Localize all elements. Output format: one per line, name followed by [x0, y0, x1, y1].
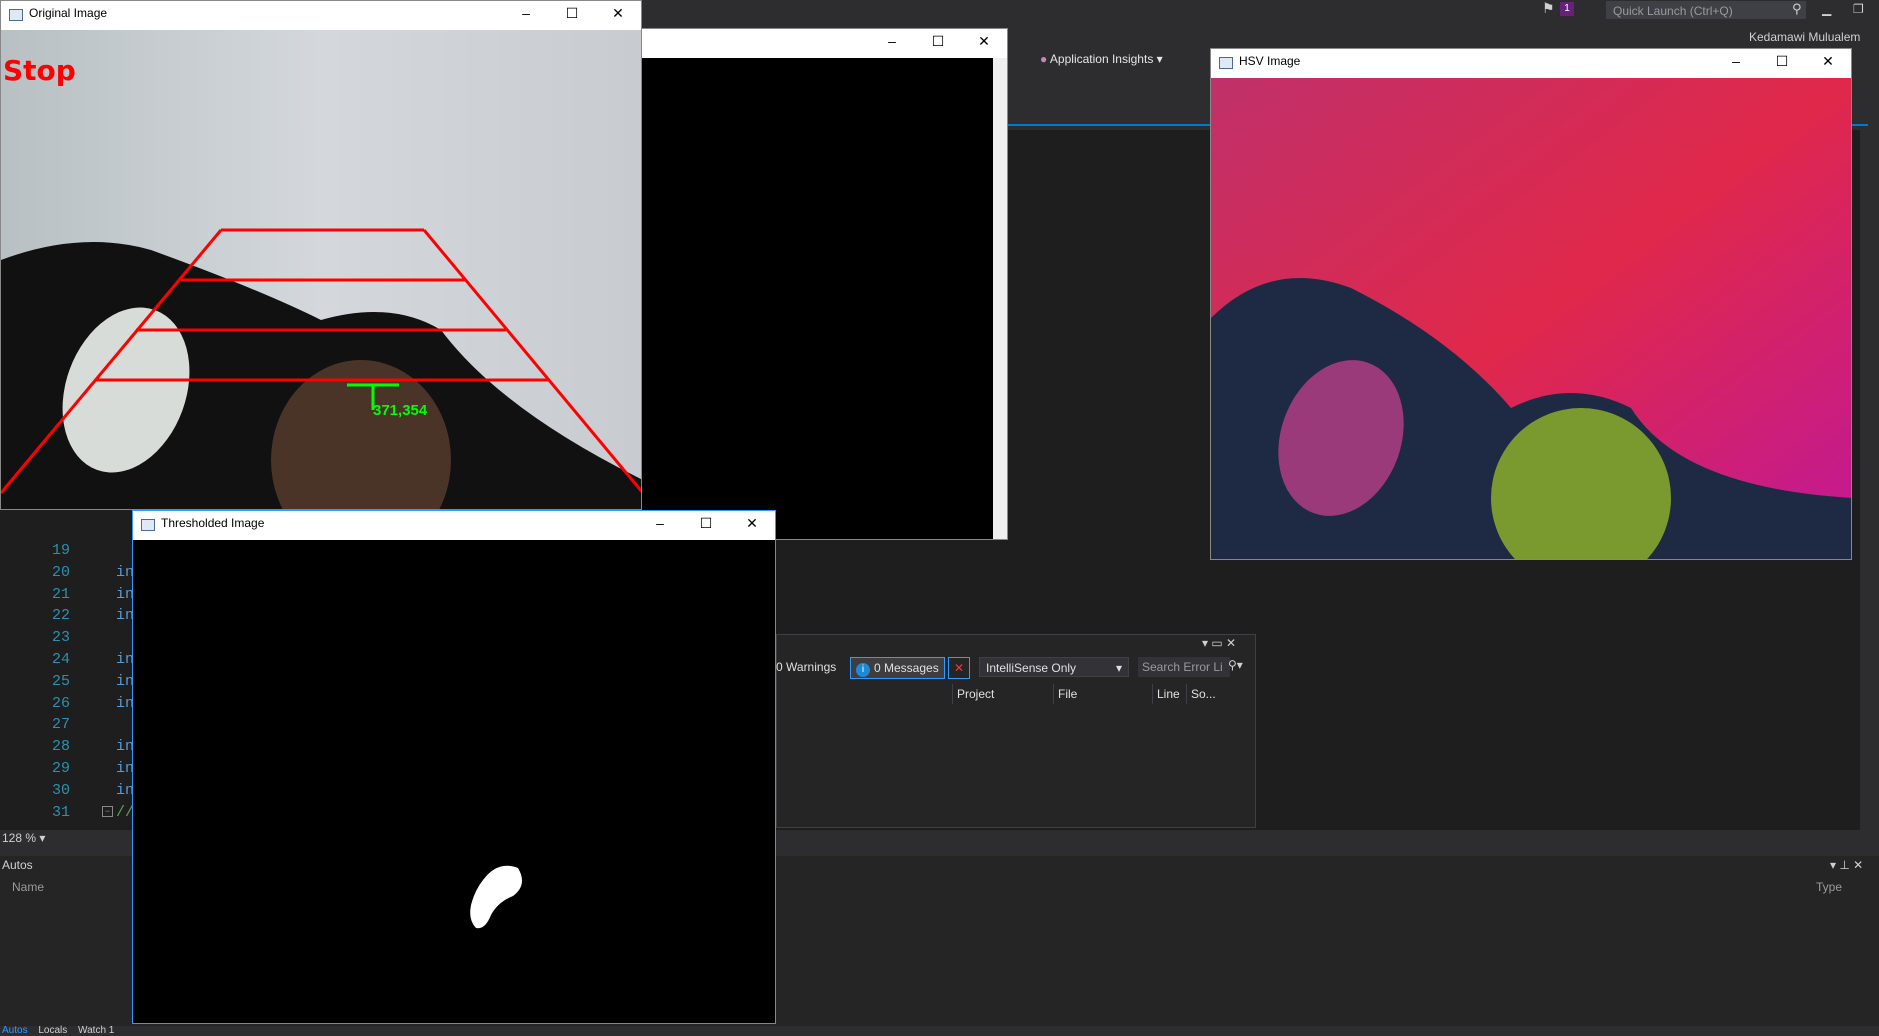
line-number: 28 — [51, 738, 70, 756]
stop-label: Stop — [3, 54, 76, 87]
column-file[interactable]: File — [1053, 684, 1154, 704]
search-icon[interactable]: ⚲ — [1792, 1, 1802, 17]
line-number: 31 — [51, 803, 70, 821]
column-source[interactable]: So... — [1186, 684, 1231, 704]
maximize-icon[interactable]: ☐ — [1759, 49, 1805, 73]
title-bar[interactable]: Original Image – ☐ ✕ — [1, 1, 641, 30]
line-number: 22 — [51, 607, 70, 625]
minimize-icon[interactable]: – — [503, 1, 549, 25]
title-bar[interactable]: HSV Image – ☐ ✕ — [1211, 49, 1851, 78]
maximize-icon[interactable]: ☐ — [549, 1, 595, 25]
scrollbar[interactable] — [993, 58, 1007, 539]
camera-image: 371,354 Stop — [1, 30, 641, 509]
application-insights-button[interactable]: ● Application Insights ▾ — [1040, 52, 1163, 66]
app-insights-label: Application Insights — [1049, 52, 1154, 66]
line-number: 25 — [51, 672, 70, 690]
minimize-icon[interactable]: ▁ — [1822, 2, 1831, 16]
info-icon: i — [856, 663, 870, 677]
minimize-icon[interactable]: – — [869, 29, 915, 53]
tab-watch1[interactable]: Watch 1 — [78, 1025, 114, 1036]
line-number: 20 — [51, 563, 70, 581]
minimize-icon[interactable]: – — [1713, 49, 1759, 73]
scope-value: IntelliSense Only — [986, 661, 1077, 675]
bottom-tab-strip: Autos Locals Watch 1 — [0, 1026, 1879, 1036]
original-image-window[interactable]: Original Image – ☐ ✕ 371,354 Stop — [0, 0, 642, 510]
hsv-image-window[interactable]: HSV Image – ☐ ✕ — [1210, 48, 1852, 560]
maximize-icon[interactable]: ☐ — [683, 511, 729, 535]
chevron-down-icon: ▾ — [1115, 661, 1122, 675]
lightbulb-icon: ● — [1040, 52, 1048, 66]
window-icon — [9, 9, 23, 21]
line-number: 30 — [51, 781, 70, 799]
messages-filter-button[interactable]: i 0 Messages — [850, 657, 945, 679]
title-bar[interactable]: – ☐ ✕ — [637, 29, 1007, 58]
close-icon[interactable]: ✕ — [961, 29, 1007, 53]
user-name[interactable]: Kedamawi Mulualem — [1749, 30, 1860, 44]
hsv-picture — [1211, 78, 1851, 559]
minimize-icon[interactable]: – — [637, 511, 683, 535]
coordinate-label: 371,354 — [373, 402, 428, 419]
close-icon[interactable]: ✕ — [729, 511, 775, 535]
line-number: 21 — [51, 585, 70, 603]
warnings-filter-button[interactable]: 0 Warnings — [776, 660, 836, 674]
window-icon — [1219, 57, 1233, 69]
hsv-image — [1211, 78, 1851, 559]
window-title: HSV Image — [1239, 54, 1301, 68]
autos-column-name[interactable]: Name — [12, 880, 44, 894]
window-title: Original Image — [29, 6, 108, 20]
panel-controls[interactable]: ▾ ▭ ✕ — [1202, 636, 1236, 650]
zoom-level[interactable]: 128 % — [0, 831, 36, 845]
title-bar[interactable]: Thresholded Image – ☐ ✕ — [133, 511, 775, 540]
tab-locals[interactable]: Locals — [38, 1025, 67, 1036]
quick-launch-input[interactable]: Quick Launch (Ctrl+Q) — [1606, 1, 1806, 19]
restore-icon[interactable]: ❐ — [1853, 2, 1864, 16]
thresholded-image-window[interactable]: Thresholded Image – ☐ ✕ — [132, 510, 776, 1024]
column-project[interactable]: Project — [952, 684, 1053, 704]
notification-flag-icon[interactable]: ⚑ — [1542, 0, 1555, 17]
threshold-picture — [133, 540, 775, 1023]
tab-autos[interactable]: Autos — [2, 1025, 28, 1036]
line-number: 24 — [51, 651, 70, 668]
notification-badge[interactable]: 1 — [1560, 2, 1574, 16]
collapse-toggle-icon[interactable]: − — [102, 806, 113, 817]
scope-dropdown[interactable]: IntelliSense Only ▾ — [979, 657, 1129, 677]
line-number: 26 — [51, 694, 70, 712]
close-icon[interactable]: ✕ — [595, 1, 641, 25]
blank-window[interactable]: – ☐ ✕ — [636, 28, 1008, 540]
autos-column-type[interactable]: Type — [1816, 880, 1842, 894]
close-icon[interactable]: ✕ — [1805, 49, 1851, 73]
window-icon — [141, 519, 155, 531]
camera-picture: 371,354 Stop — [1, 30, 641, 509]
line-number: 23 — [51, 629, 70, 647]
search-icon[interactable]: ⚲▾ — [1228, 658, 1243, 672]
clear-filter-icon[interactable]: ✕ — [948, 657, 970, 679]
error-search-input[interactable]: Search Error Li — [1138, 657, 1230, 677]
window-title: Thresholded Image — [161, 516, 265, 530]
autos-title: Autos — [2, 858, 33, 872]
line-number: 27 — [51, 716, 70, 734]
line-number: 19 — [51, 542, 70, 559]
panel-controls[interactable]: ▾ ⊥ ✕ — [1830, 858, 1863, 872]
maximize-icon[interactable]: ☐ — [915, 29, 961, 53]
messages-label: 0 Messages — [874, 661, 939, 675]
column-line[interactable]: Line — [1152, 684, 1183, 704]
image-canvas — [637, 58, 993, 539]
line-number: 29 — [51, 760, 70, 777]
threshold-image — [133, 540, 775, 1023]
